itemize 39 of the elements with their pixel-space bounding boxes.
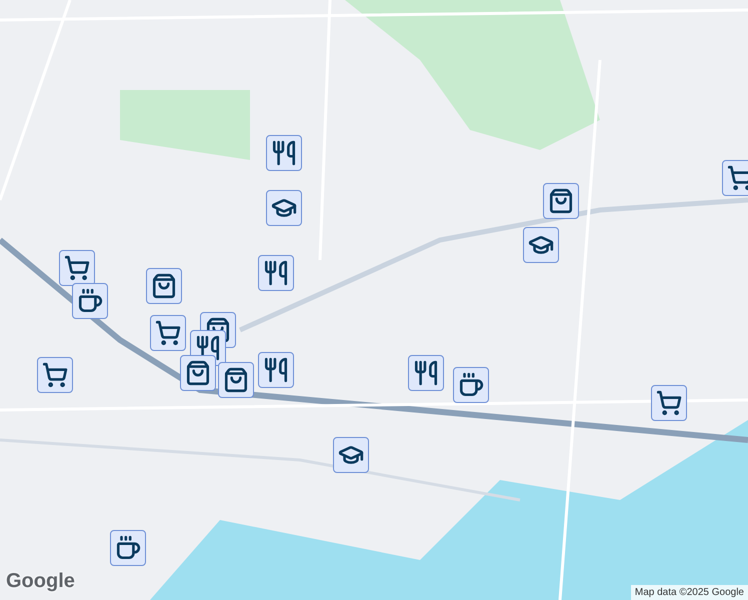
- fork-knife-icon: [263, 357, 289, 383]
- fork-knife-icon: [271, 140, 297, 166]
- map-marker[interactable]: [258, 352, 294, 388]
- bag-icon: [205, 317, 231, 343]
- fork-knife-icon: [413, 360, 439, 386]
- map-marker[interactable]: [150, 315, 186, 351]
- bag-icon: [185, 360, 211, 386]
- map-marker[interactable]: [453, 367, 489, 403]
- fork-knife-icon: [195, 335, 221, 361]
- cup-icon: [115, 535, 141, 561]
- map-marker[interactable]: [180, 355, 216, 391]
- bag-icon: [151, 273, 177, 299]
- map-marker[interactable]: [37, 357, 73, 393]
- attribution-text: Map data ©2025 Google: [630, 585, 748, 600]
- map-marker[interactable]: [408, 355, 444, 391]
- map-marker[interactable]: [523, 227, 559, 263]
- map-marker[interactable]: [218, 362, 254, 398]
- map-marker[interactable]: [543, 183, 579, 219]
- map-marker[interactable]: [266, 190, 302, 226]
- google-logo: Google: [6, 569, 75, 594]
- bag-icon: [223, 367, 249, 393]
- cart-icon: [656, 390, 682, 416]
- map-marker[interactable]: [722, 160, 748, 196]
- map-marker[interactable]: [110, 530, 146, 566]
- map-marker[interactable]: [59, 250, 95, 286]
- cup-icon: [77, 288, 103, 314]
- map-marker[interactable]: [146, 268, 182, 304]
- bag-icon: [548, 188, 574, 214]
- cup-icon: [458, 372, 484, 398]
- map-marker[interactable]: [72, 283, 108, 319]
- cart-icon: [727, 165, 748, 191]
- map-marker[interactable]: [266, 135, 302, 171]
- map-marker[interactable]: [333, 437, 369, 473]
- map-marker[interactable]: [258, 255, 294, 291]
- cart-icon: [64, 255, 90, 281]
- cart-icon: [42, 362, 68, 388]
- map-marker[interactable]: [651, 385, 687, 421]
- fork-knife-icon: [263, 260, 289, 286]
- cart-icon: [155, 320, 181, 346]
